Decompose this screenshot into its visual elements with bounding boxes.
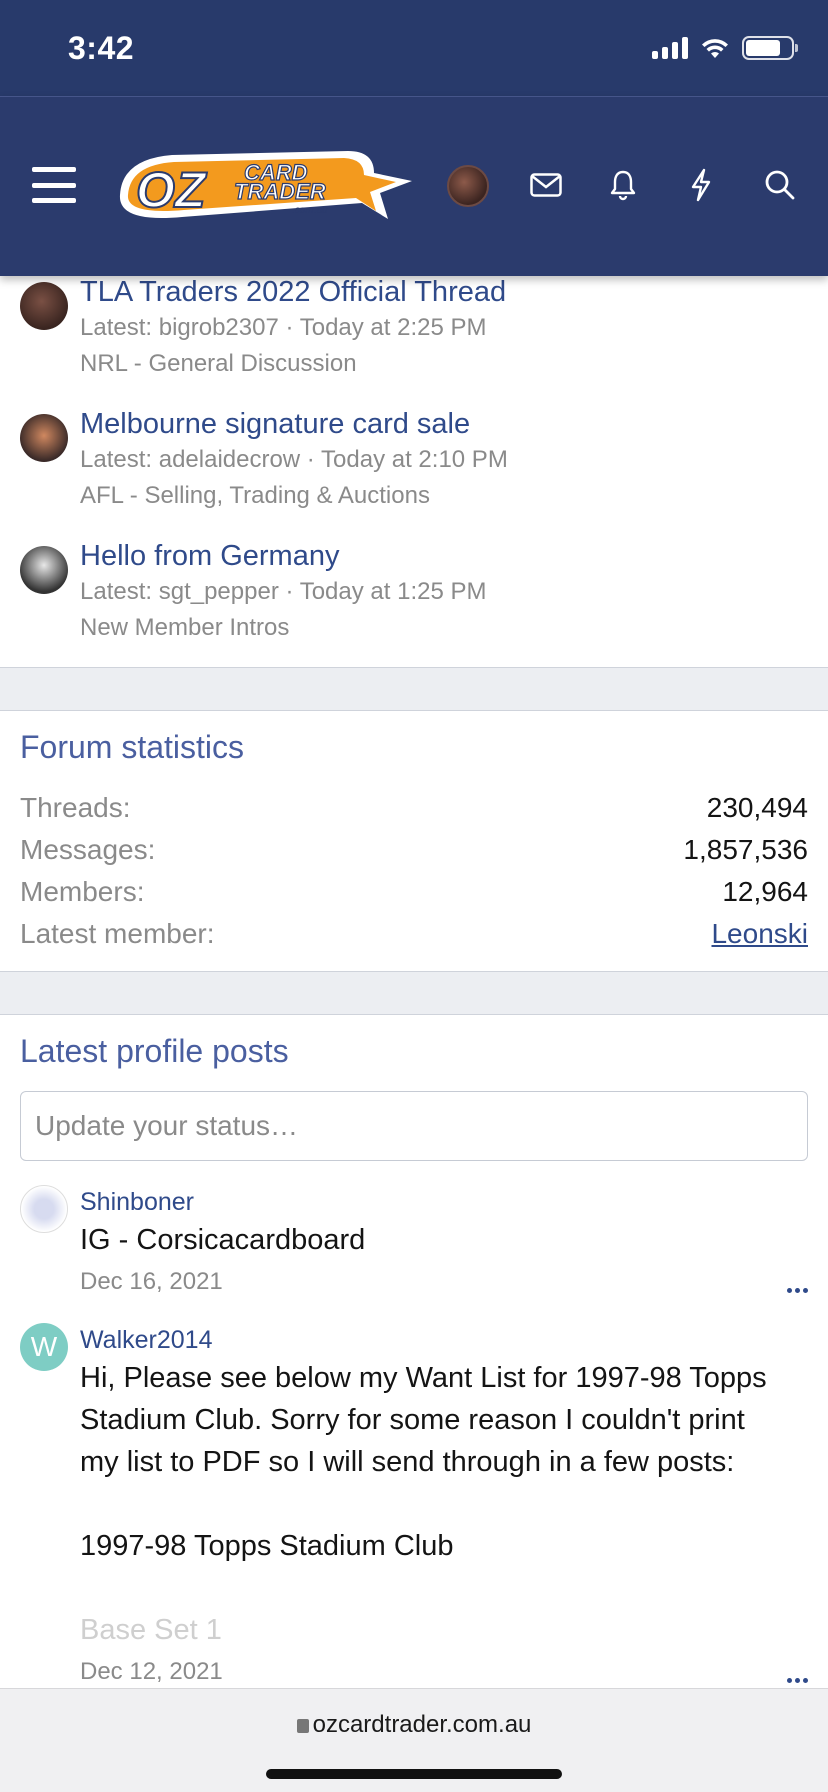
- main-content: TLA Traders 2022 Official Thread Latest:…: [0, 276, 828, 1714]
- address-url: ozcardtrader.com.au: [312, 1711, 532, 1738]
- lock-icon: [296, 1719, 309, 1733]
- stat-value: 12,964: [722, 876, 808, 907]
- post-username[interactable]: Walker2014: [80, 1323, 808, 1357]
- svg-text:.com.au: .com.au: [292, 205, 328, 216]
- latest-profile-posts: Latest profile posts Update your status……: [0, 1014, 828, 1714]
- thread-avatar[interactable]: [20, 546, 68, 594]
- search-icon[interactable]: [760, 165, 800, 205]
- stat-label: Latest member:: [20, 918, 215, 949]
- battery-icon: [742, 36, 798, 60]
- address-bar[interactable]: ozcardtrader.com.au: [0, 1711, 828, 1739]
- post-line: 1997-98 Topps Stadium Club: [80, 1530, 454, 1562]
- post-line: Hi, Please see below my Want List for 19…: [80, 1362, 767, 1394]
- status-time: 3:42: [68, 30, 135, 66]
- status-update-input[interactable]: Update your status…: [20, 1091, 808, 1161]
- post-date[interactable]: Dec 16, 2021: [80, 1265, 808, 1299]
- profile-post: Shinboner IG - Corsicacardboard Dec 16, …: [20, 1185, 808, 1299]
- latest-member-link[interactable]: Leonski: [711, 913, 808, 955]
- section-gap: [0, 972, 828, 1014]
- thread-avatar[interactable]: [20, 282, 68, 330]
- stat-value: 230,494: [706, 792, 808, 823]
- post-body: IG - Corsicacardboard: [80, 1224, 366, 1256]
- post-body: Hi, Please see below my Want List for 19…: [80, 1357, 808, 1651]
- thread-forum[interactable]: AFL - Selling, Trading & Auctions: [80, 478, 808, 514]
- thread-latest: Latest: sgt_pepper · Today at 1:25 PM: [80, 578, 487, 605]
- thread-forum[interactable]: New Member Intros: [80, 610, 808, 646]
- post-line: my list to PDF so I will send through in…: [80, 1446, 735, 1478]
- bell-icon[interactable]: [603, 165, 643, 205]
- inbox-icon[interactable]: [526, 165, 566, 205]
- thread-avatar[interactable]: [20, 414, 68, 462]
- stat-threads: Threads: 230,494: [20, 787, 808, 829]
- latest-threads: TLA Traders 2022 Official Thread Latest:…: [0, 276, 828, 668]
- thread-latest: Latest: bigrob2307 · Today at 2:25 PM: [80, 314, 487, 341]
- thread-forum[interactable]: NRL - General Discussion: [80, 346, 808, 382]
- wifi-icon: [702, 39, 728, 58]
- profile-posts-title[interactable]: Latest profile posts: [20, 1031, 808, 1071]
- stat-label: Messages:: [20, 834, 156, 865]
- stat-label: Threads:: [20, 792, 131, 823]
- status-icons: [652, 36, 798, 60]
- post-avatar[interactable]: [20, 1185, 68, 1233]
- thread-title[interactable]: Hello from Germany: [80, 538, 808, 574]
- more-options-icon[interactable]: [787, 1678, 808, 1683]
- site-header: OZ CARD TRADER .com.au: [0, 96, 828, 276]
- post-avatar[interactable]: W: [20, 1323, 68, 1371]
- stat-members: Members: 12,964: [20, 871, 808, 913]
- status-bar: 3:42: [0, 0, 828, 96]
- stat-messages: Messages: 1,857,536: [20, 829, 808, 871]
- stat-latest-member: Latest member: Leonski: [20, 913, 808, 955]
- home-indicator[interactable]: [266, 1769, 562, 1779]
- post-date[interactable]: Dec 12, 2021: [80, 1655, 808, 1689]
- profile-post: W Walker2014 Hi, Please see below my Wan…: [20, 1323, 808, 1689]
- stat-label: Members:: [20, 876, 145, 907]
- thread-title[interactable]: TLA Traders 2022 Official Thread: [80, 274, 808, 310]
- site-logo[interactable]: OZ CARD TRADER .com.au: [112, 137, 428, 233]
- post-line: Base Set 1: [80, 1614, 222, 1646]
- browser-bottom-bar: ozcardtrader.com.au: [0, 1688, 828, 1792]
- post-username[interactable]: Shinboner: [80, 1185, 808, 1219]
- post-line: Stadium Club. Sorry for some reason I co…: [80, 1404, 745, 1436]
- stat-value: 1,857,536: [683, 834, 808, 865]
- menu-icon[interactable]: [32, 167, 76, 203]
- svg-text:OZ: OZ: [136, 162, 208, 218]
- thread-title[interactable]: Melbourne signature card sale: [80, 406, 808, 442]
- lightning-icon[interactable]: [681, 165, 721, 205]
- cellular-signal-icon: [652, 37, 688, 59]
- thread-latest: Latest: adelaidecrow · Today at 2:10 PM: [80, 446, 508, 473]
- more-options-icon[interactable]: [787, 1288, 808, 1293]
- user-avatar[interactable]: [447, 165, 489, 207]
- section-gap: [0, 668, 828, 710]
- forum-statistics: Forum statistics Threads: 230,494 Messag…: [0, 710, 828, 972]
- forum-statistics-title[interactable]: Forum statistics: [20, 727, 808, 767]
- svg-text:TRADER: TRADER: [234, 179, 326, 204]
